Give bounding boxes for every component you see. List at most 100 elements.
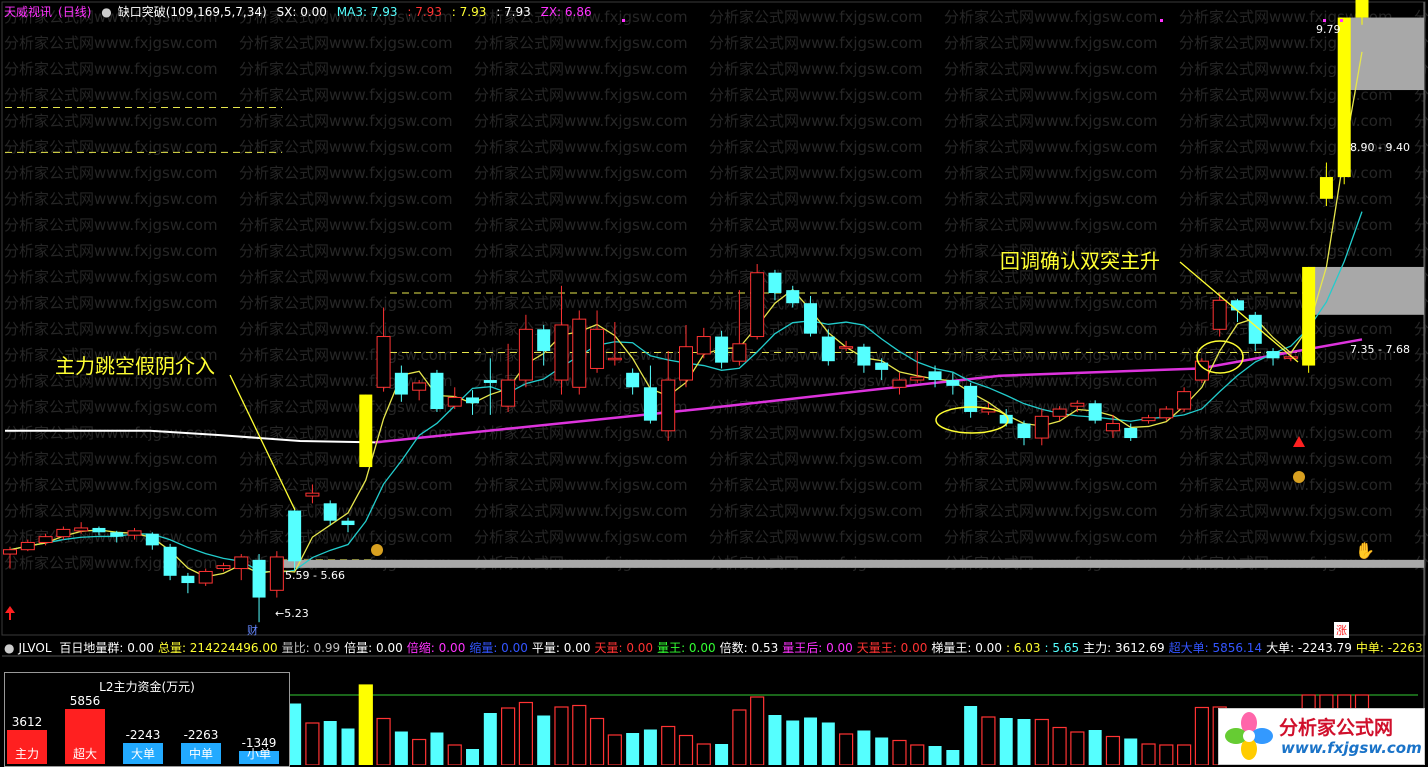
watermark-text: 分析家公式网www.fxjgsw.com [4, 398, 218, 416]
price-zone-mid-label: 7.35 - 7.68 [1350, 343, 1410, 356]
candle-body [750, 272, 765, 338]
watermark-text: 分析家公式网www.fxjgsw.com [4, 268, 218, 286]
watermark-text: 分析家公式网www.fxjgsw.com [4, 164, 218, 182]
candle-body [430, 372, 444, 410]
indicator-name[interactable]: 缺口突破(109,169,5,7,34) [118, 5, 267, 19]
candle-body [839, 346, 854, 349]
indicator-settings-icon[interactable]: ● [4, 641, 14, 655]
candle-body [412, 382, 427, 391]
hand-cursor-icon: ✋ [1355, 541, 1375, 560]
candle-body [305, 492, 320, 497]
watermark-text: 分析家公式网www.fxjgsw.com [709, 164, 923, 182]
watermark-text: 分析家公式网www.fxjgsw.com [709, 242, 923, 260]
indicator-name[interactable]: JLVOL [18, 641, 51, 655]
zhang-marker[interactable]: 涨 [1334, 622, 1349, 638]
candle-body [715, 336, 729, 363]
candle-body [786, 290, 800, 304]
volume-bar [661, 725, 676, 765]
signal-dot [1160, 19, 1163, 22]
candle-body [768, 272, 782, 294]
watermark-text: 分析家公式网www.fxjgsw.com [1414, 450, 1428, 468]
watermark-text: 分析家公式网www.fxjgsw.com [474, 528, 688, 546]
candle-body [1088, 403, 1102, 421]
watermark-text: 分析家公式网www.fxjgsw.com [1179, 112, 1393, 130]
watermark-text: 分析家公式网www.fxjgsw.com [709, 528, 923, 546]
watermark-text: 分析家公式网www.fxjgsw.com [4, 294, 218, 312]
indicator-item: 大单: -2243.79 [1266, 641, 1352, 655]
volume-bar [607, 734, 622, 765]
volume-bar [821, 722, 835, 765]
candle-body [252, 559, 266, 598]
watermark-text: 分析家公式网www.fxjgsw.com [709, 60, 923, 78]
indicator-item: 倍数: 0.53 [719, 641, 779, 655]
cai-marker[interactable]: 财 [247, 622, 258, 638]
price-zone-low [282, 559, 1424, 568]
candle-body [341, 520, 355, 526]
l2-bar-value: 5856 [69, 694, 101, 708]
period-label[interactable]: (日线) [58, 5, 91, 19]
candle-body [127, 530, 142, 536]
candle-body [447, 396, 462, 407]
volume-bar [1159, 744, 1174, 765]
watermark-text: 分析家公式网www.fxjgsw.com [1414, 164, 1428, 182]
indicator-item: 缩量: 0.00 [469, 641, 528, 655]
watermark-text: 分析家公式网www.fxjgsw.com [1414, 476, 1428, 494]
watermark-text: 分析家公式网www.fxjgsw.com [239, 216, 453, 234]
watermark-text: 分析家公式网www.fxjgsw.com [239, 60, 453, 78]
watermark-text: 分析家公式网www.fxjgsw.com [474, 60, 688, 78]
watermark-text: 分析家公式网www.fxjgsw.com [944, 320, 1158, 338]
watermark-text: 分析家公式网www.fxjgsw.com [239, 528, 453, 546]
candle-body [857, 346, 871, 366]
watermark-text: 分析家公式网www.fxjgsw.com [239, 164, 453, 182]
watermark-text: 分析家公式网www.fxjgsw.com [474, 242, 688, 260]
sx-value: SX: 0.00 [276, 5, 327, 19]
volume-bar [678, 734, 694, 765]
watermark-text: 分析家公式网www.fxjgsw.com [1179, 502, 1393, 520]
line-value-1: : 7.93 [407, 5, 442, 19]
watermark-text: 分析家公式网www.fxjgsw.com [1179, 320, 1393, 338]
watermark-text: 分析家公式网www.fxjgsw.com [1414, 190, 1428, 208]
candle-body [607, 357, 622, 361]
candle-body [696, 336, 711, 355]
watermark-text: 分析家公式网www.fxjgsw.com [4, 554, 218, 572]
volume-bar [928, 746, 942, 765]
watermark-text: 分析家公式网www.fxjgsw.com [474, 450, 688, 468]
watermark-text: 分析家公式网www.fxjgsw.com [944, 34, 1158, 52]
price-low-label: ←5.23 [275, 607, 309, 620]
candle-body [483, 380, 497, 383]
candle-body [518, 328, 533, 381]
money-bag-icon [371, 544, 383, 556]
indicator-item: 天量王: 0.00 [856, 641, 928, 655]
logo-url[interactable]: www.fxjgsw.com [1281, 739, 1422, 757]
watermark-text: 分析家公式网www.fxjgsw.com [474, 216, 688, 234]
l2-bar-label: 中单 [188, 747, 213, 761]
candle-body [1337, 17, 1351, 178]
watermark-text: 分析家公式网www.fxjgsw.com [709, 398, 923, 416]
line-value-2: : 7.93 [451, 5, 487, 19]
candle-body [1141, 417, 1156, 422]
volume-bar [305, 722, 320, 765]
volume-bar [376, 717, 391, 765]
signal-dot [622, 19, 625, 22]
watermark-text: 分析家公式网www.fxjgsw.com [1414, 216, 1428, 234]
candle-body [145, 533, 159, 546]
candle-body [269, 556, 284, 591]
l2-bar-value: -2243 [125, 728, 161, 742]
volume-bar [999, 718, 1013, 765]
volume-bar [430, 732, 444, 765]
volume-bar [768, 715, 782, 765]
candle-body [732, 343, 747, 362]
candle-body [163, 546, 177, 576]
watermark-text: 分析家公式网www.fxjgsw.com [474, 112, 688, 130]
watermark-text: 分析家公式网www.fxjgsw.com [709, 216, 923, 234]
l2-fund-title: L2主力资金(万元) [99, 680, 195, 694]
candle-body [74, 527, 89, 532]
watermark-text: 分析家公式网www.fxjgsw.com [944, 528, 1158, 546]
watermark-text: 分析家公式网www.fxjgsw.com [239, 34, 453, 52]
watermark-text: 分析家公式网www.fxjgsw.com [709, 502, 923, 520]
settings-icon[interactable]: ● [101, 5, 111, 19]
volume-bar [1070, 731, 1085, 765]
volume-bar [358, 684, 373, 765]
candle-body [1034, 415, 1049, 439]
watermark-text: 分析家公式网www.fxjgsw.com [944, 476, 1158, 494]
